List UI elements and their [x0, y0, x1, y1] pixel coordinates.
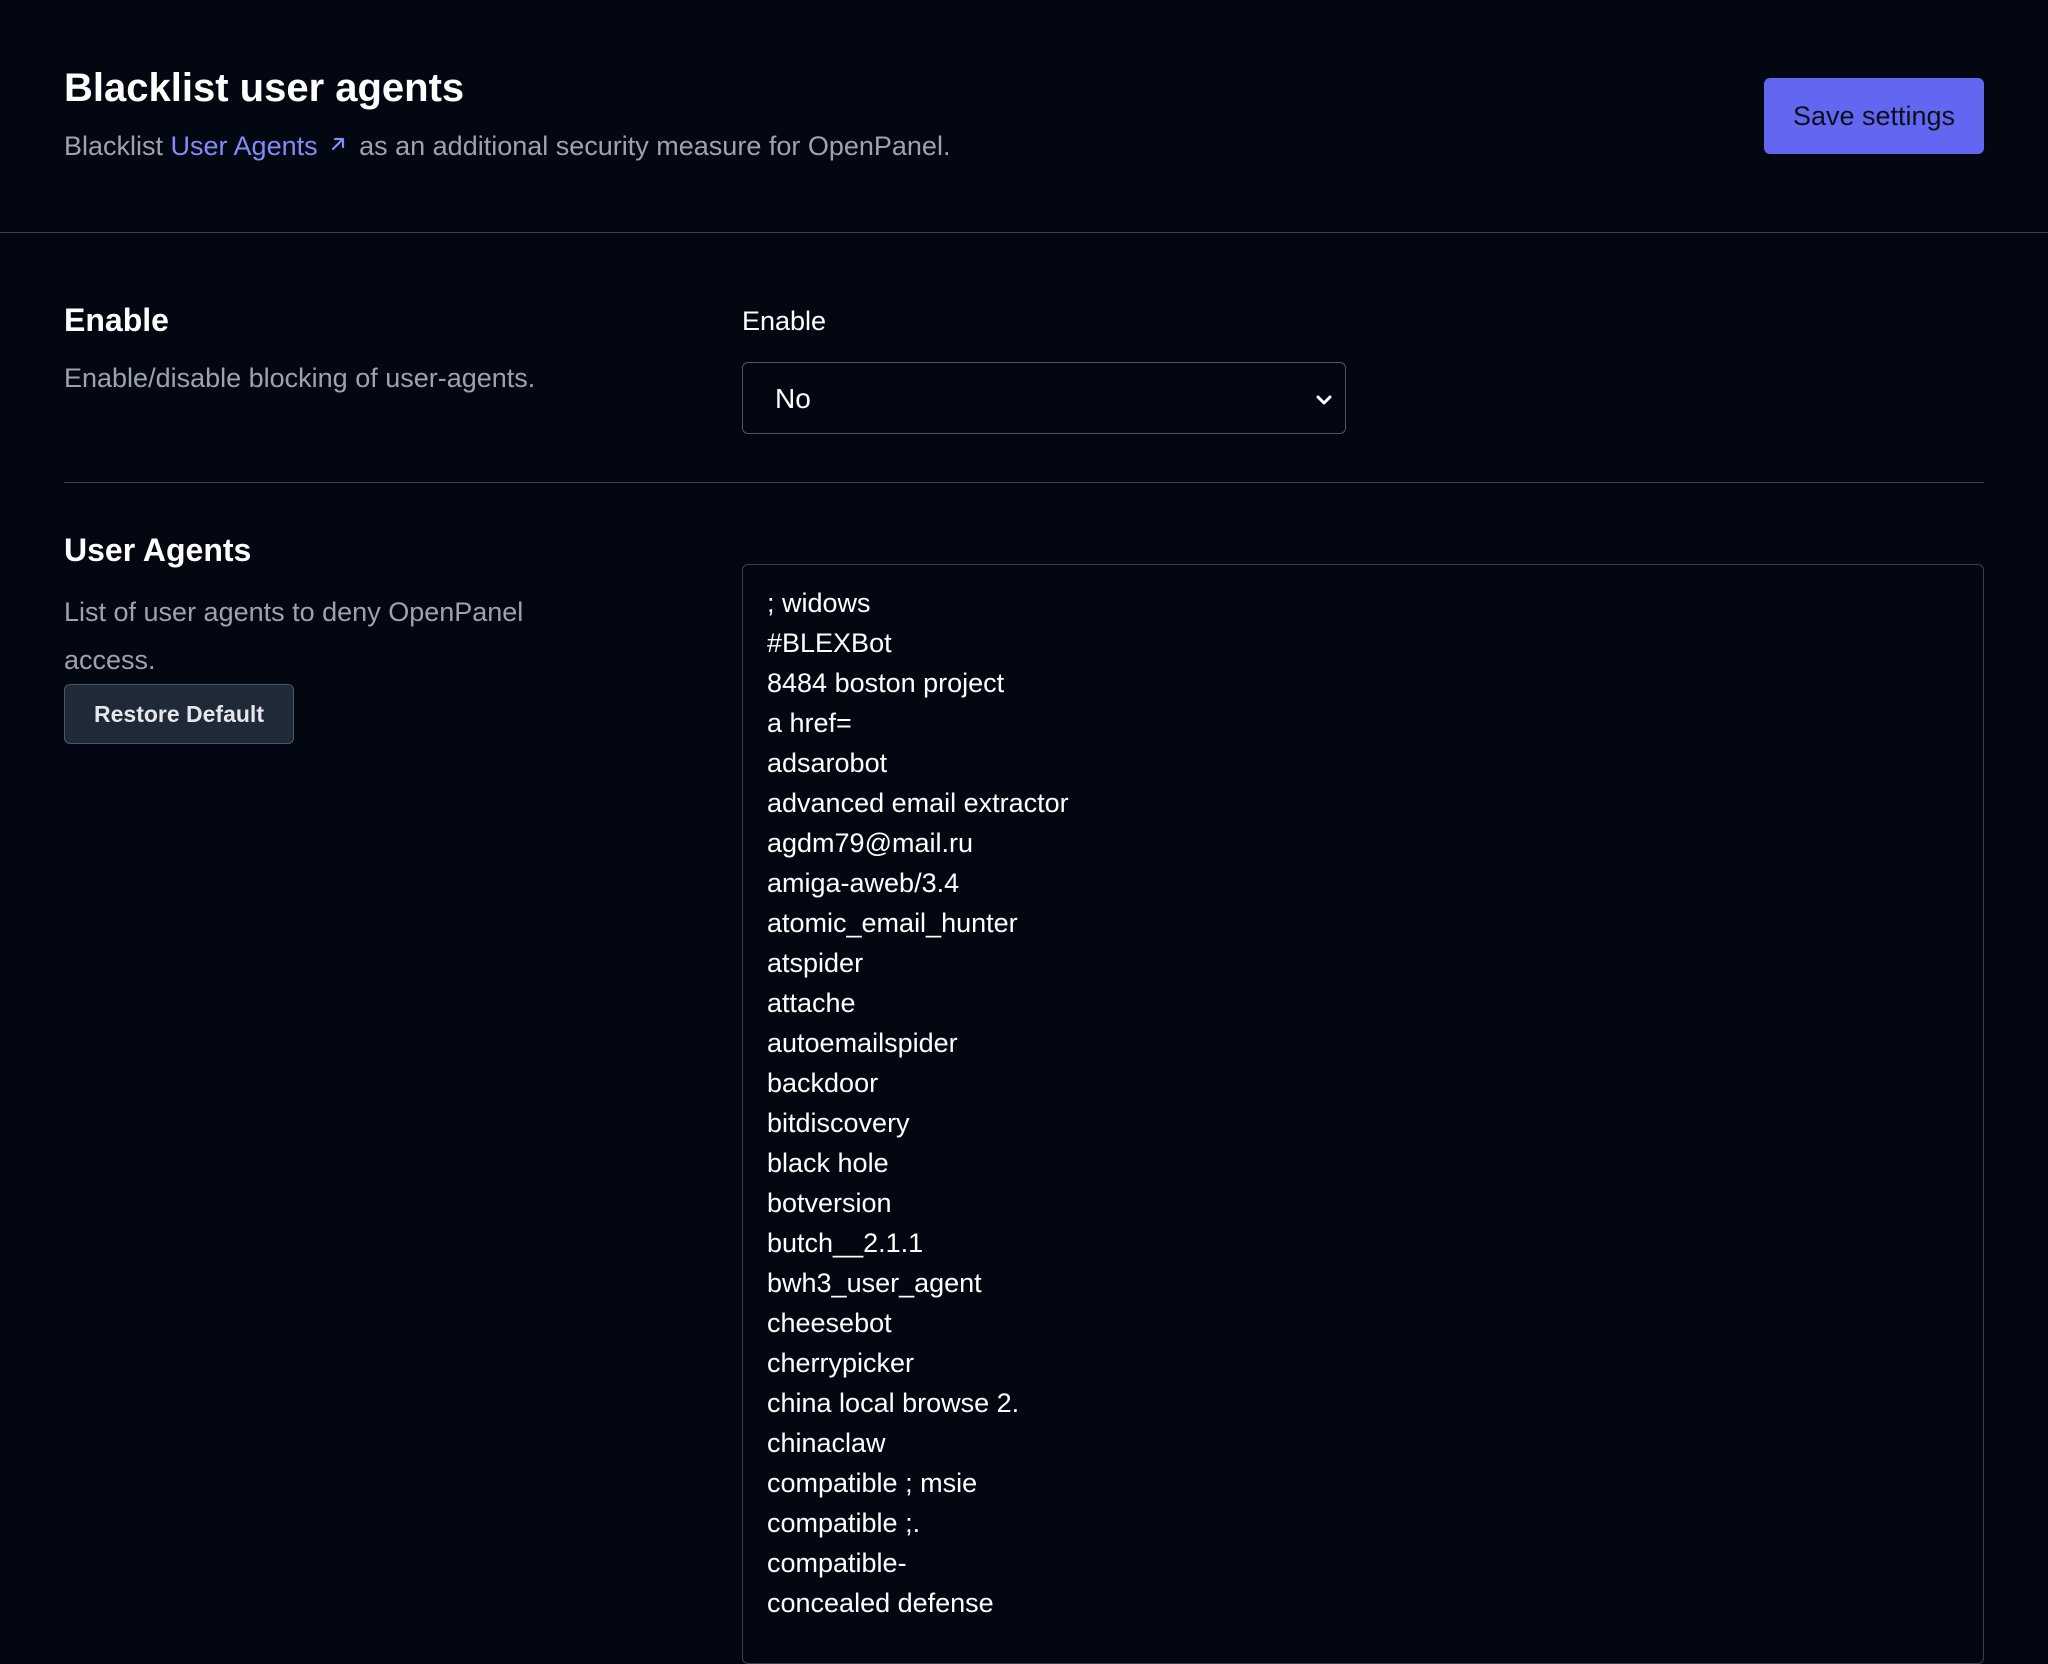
user-agent-line: atomic_email_hunter	[767, 908, 1018, 938]
user-agent-line: chinaclaw	[767, 1428, 886, 1458]
page-subtitle: Blacklist User Agents as an additional s…	[64, 130, 950, 164]
user-agent-line: a href=	[767, 708, 852, 738]
user-agent-line: amiga-aweb/3.4	[767, 868, 960, 898]
user-agent-line: compatible-	[767, 1548, 907, 1578]
user-agent-line: cheesebot	[767, 1308, 892, 1338]
user-agents-textarea[interactable]: ; widows #BLEXBot 8484 boston project a hre…	[742, 564, 1984, 1664]
user-agent-line: ; widows	[767, 588, 871, 618]
enable-section-title: Enable	[64, 302, 169, 338]
page-header: Blacklist user agents Blacklist User Age…	[0, 0, 2048, 233]
user-agent-line: black hole	[767, 1148, 889, 1178]
user-agent-line: compatible ; msie	[767, 1468, 978, 1498]
user-agents-section-title: User Agents	[64, 532, 252, 568]
enable-section: Enable Enable/disable blocking of user-a…	[64, 300, 1984, 483]
user-agents-link-label: User Agents	[170, 131, 318, 161]
user-agent-line: backdoor	[767, 1068, 879, 1098]
user-agent-line: concealed defense	[767, 1588, 994, 1618]
user-agent-line: advanced email extractor	[767, 788, 1069, 818]
user-agent-line: 8484 boston project	[767, 668, 1005, 698]
restore-default-button[interactable]: Restore Default	[64, 684, 294, 744]
user-agent-line: botversion	[767, 1188, 892, 1218]
enable-select[interactable]: No	[742, 362, 1346, 434]
user-agent-line: agdm79@mail.ru	[767, 828, 973, 858]
user-agent-line: compatible ;.	[767, 1508, 921, 1538]
user-agent-line: #BLEXBot	[767, 628, 892, 658]
user-agent-line: china local browse 2.	[767, 1388, 1020, 1418]
user-agent-line: autoemailspider	[767, 1028, 958, 1058]
subtitle-suffix: as an additional security measure for Op…	[351, 131, 951, 161]
user-agent-line: adsarobot	[767, 748, 888, 778]
user-agent-line: butch__2.1.1	[767, 1228, 924, 1258]
subtitle-prefix: Blacklist	[64, 131, 171, 161]
user-agent-line: bwh3_user_agent	[767, 1268, 982, 1298]
chevron-down-icon	[1311, 387, 1337, 418]
arrow-up-right-icon	[328, 129, 348, 161]
user-agent-line: atspider	[767, 948, 864, 978]
enable-section-description: Enable/disable blocking of user-agents.	[64, 363, 536, 393]
enable-field-label: Enable	[742, 306, 827, 336]
user-agent-line: bitdiscovery	[767, 1108, 910, 1138]
user-agents-section-description: List of user agents to deny OpenPanel ac…	[64, 597, 524, 675]
save-settings-button[interactable]: Save settings	[1764, 78, 1984, 154]
user-agent-line: cherrypicker	[767, 1348, 915, 1378]
user-agent-line: attache	[767, 988, 856, 1018]
user-agents-link[interactable]: User Agents	[171, 131, 352, 161]
enable-select-value: No	[775, 383, 811, 414]
page-title: Blacklist user agents	[64, 66, 465, 110]
